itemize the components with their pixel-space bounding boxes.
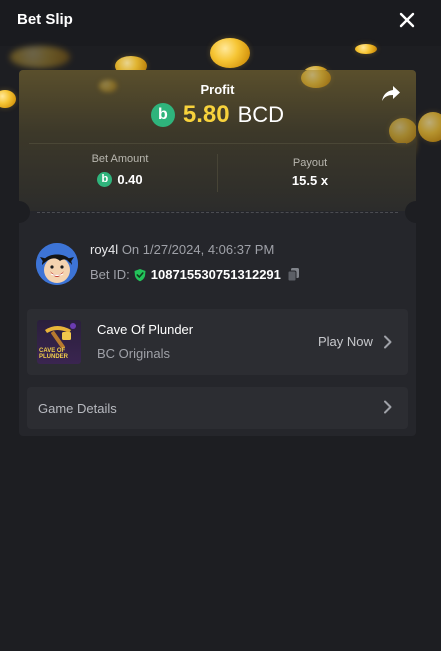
game-details-button[interactable]: Game Details bbox=[27, 387, 408, 429]
play-now-button[interactable]: Play Now bbox=[318, 334, 373, 349]
avatar bbox=[36, 243, 78, 285]
user-line: roy4l On 1/27/2024, 4:06:37 PM bbox=[90, 242, 274, 257]
bet-id-label: Bet ID: bbox=[90, 267, 130, 282]
bet-amount: 0.40 bbox=[65, 172, 175, 187]
avatar-image bbox=[36, 243, 78, 285]
edge-artifact bbox=[437, 268, 441, 274]
game-provider: BC Originals bbox=[97, 346, 170, 361]
bet-amount-label: Bet Amount bbox=[91, 153, 149, 165]
game-card: CAVE OF PLUNDER Cave Of Plunder BC Origi… bbox=[27, 309, 408, 375]
coin-decoration bbox=[418, 112, 441, 142]
bet-amount-value: 0.40 bbox=[117, 172, 143, 187]
profit-value: 5.80 bbox=[182, 101, 230, 128]
game-name: Cave Of Plunder bbox=[97, 322, 194, 337]
profit-panel: Profit 5.80 BCD Bet Amount 0.40 Payout 1… bbox=[19, 70, 416, 211]
profit-label: Profit bbox=[200, 82, 235, 97]
page-title: Bet Slip bbox=[17, 11, 73, 28]
bet-time: On 1/27/2024, 4:06:37 PM bbox=[121, 242, 275, 257]
game-details-label: Game Details bbox=[38, 401, 117, 416]
chevron-right-icon bbox=[384, 400, 392, 414]
coin-decoration bbox=[355, 44, 377, 54]
payout-label: Payout bbox=[292, 157, 328, 169]
bet-id-value: 108715530751312291 bbox=[150, 267, 281, 282]
coin-decoration bbox=[10, 46, 70, 68]
coin-decoration bbox=[210, 38, 250, 68]
shield-check-icon bbox=[134, 268, 146, 281]
bc-coin-icon bbox=[97, 172, 113, 187]
payout-value: 15.5 x bbox=[291, 173, 329, 188]
chevron-right-icon[interactable] bbox=[383, 335, 393, 349]
divider bbox=[217, 154, 218, 192]
bet-id-line: Bet ID: 108715530751312291 bbox=[90, 267, 300, 282]
profit-amount: 5.80 BCD bbox=[19, 101, 416, 129]
copy-icon[interactable] bbox=[287, 267, 300, 282]
username[interactable]: roy4l bbox=[90, 242, 118, 257]
divider bbox=[29, 143, 406, 144]
bc-coin-icon bbox=[150, 103, 175, 127]
game-thumbnail: CAVE OF PLUNDER bbox=[37, 320, 81, 364]
profit-currency: BCD bbox=[237, 102, 285, 127]
dashed-divider bbox=[37, 212, 398, 213]
coin-decoration bbox=[0, 90, 16, 108]
share-button[interactable] bbox=[380, 84, 402, 104]
bet-slip-card: Profit 5.80 BCD Bet Amount 0.40 Payout 1… bbox=[19, 70, 416, 436]
share-icon bbox=[382, 86, 400, 101]
close-button[interactable] bbox=[396, 9, 418, 31]
game-thumbnail-text: CAVE OF PLUNDER bbox=[39, 348, 69, 360]
close-icon bbox=[399, 12, 415, 28]
ticket-notch bbox=[405, 201, 416, 223]
